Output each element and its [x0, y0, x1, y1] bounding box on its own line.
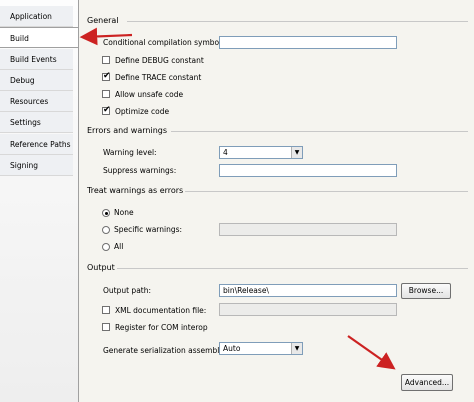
errors-divider: [171, 131, 468, 132]
define-debug-label: Define DEBUG constant: [115, 56, 204, 65]
treat-warnings-divider: [185, 191, 468, 192]
treat-none-radio[interactable]: [102, 209, 110, 217]
treat-specific-radio[interactable]: [102, 226, 110, 234]
serialization-assembly-value: Auto: [223, 344, 241, 353]
general-section-header: General: [87, 16, 119, 25]
output-path-label: Output path:: [103, 286, 152, 295]
tab-debug[interactable]: Debug: [0, 70, 73, 91]
output-section-header: Output: [87, 263, 115, 272]
register-com-label: Register for COM interop: [115, 323, 208, 332]
define-trace-checkbox[interactable]: ✔: [102, 71, 111, 81]
define-trace-label: Define TRACE constant: [115, 73, 202, 82]
tab-settings[interactable]: Settings: [0, 112, 73, 133]
treat-all-radio[interactable]: [102, 243, 110, 251]
treat-specific-label: Specific warnings:: [114, 225, 183, 234]
tab-build-events[interactable]: Build Events: [0, 49, 73, 70]
check-icon: ✔: [103, 105, 111, 115]
browse-button[interactable]: Browse...: [401, 283, 451, 299]
tab-build[interactable]: Build: [0, 27, 78, 48]
check-icon: ✔: [103, 71, 111, 81]
conditional-symbols-input[interactable]: [219, 36, 397, 49]
define-debug-checkbox[interactable]: [102, 56, 110, 64]
allow-unsafe-checkbox[interactable]: [102, 90, 110, 98]
treat-none-label: None: [114, 208, 134, 217]
xml-documentation-checkbox[interactable]: [102, 306, 110, 314]
suppress-warnings-label: Suppress warnings:: [103, 166, 177, 175]
tab-signing[interactable]: Signing: [0, 155, 73, 176]
serialization-assembly-label: Generate serialization assembly:: [103, 346, 226, 355]
output-divider: [117, 268, 468, 269]
chevron-down-icon[interactable]: ▼: [291, 147, 302, 158]
allow-unsafe-label: Allow unsafe code: [115, 90, 184, 99]
tab-application[interactable]: Application: [0, 6, 73, 27]
radio-selected-dot: [104, 211, 108, 215]
register-com-checkbox[interactable]: [102, 323, 110, 331]
build-properties-panel: General Conditional compilation symbols:…: [78, 0, 474, 402]
conditional-symbols-label: Conditional compilation symbols:: [103, 38, 228, 47]
serialization-assembly-dropdown[interactable]: Auto ▼: [219, 342, 303, 355]
general-divider: [127, 21, 468, 22]
output-path-input[interactable]: bin\Release\: [219, 284, 397, 297]
xml-documentation-label: XML documentation file:: [115, 306, 207, 315]
tab-resources[interactable]: Resources: [0, 91, 73, 112]
optimize-code-label: Optimize code: [115, 107, 170, 116]
errors-section-header: Errors and warnings: [87, 126, 168, 135]
suppress-warnings-input[interactable]: [219, 164, 397, 177]
chevron-down-icon[interactable]: ▼: [291, 343, 302, 354]
treat-all-label: All: [114, 242, 124, 251]
advanced-button[interactable]: Advanced...: [401, 374, 453, 391]
warning-level-value: 4: [223, 148, 228, 157]
tab-reference-paths[interactable]: Reference Paths: [0, 134, 73, 155]
warning-level-dropdown[interactable]: 4 ▼: [219, 146, 303, 159]
xml-documentation-input[interactable]: [219, 303, 397, 316]
treat-warnings-section-header: Treat warnings as errors: [87, 186, 184, 195]
specific-warnings-input[interactable]: [219, 223, 397, 236]
warning-level-label: Warning level:: [103, 148, 157, 157]
project-properties-sidebar: Application Build Build Events Debug Res…: [0, 0, 78, 402]
optimize-code-checkbox[interactable]: ✔: [102, 105, 111, 115]
